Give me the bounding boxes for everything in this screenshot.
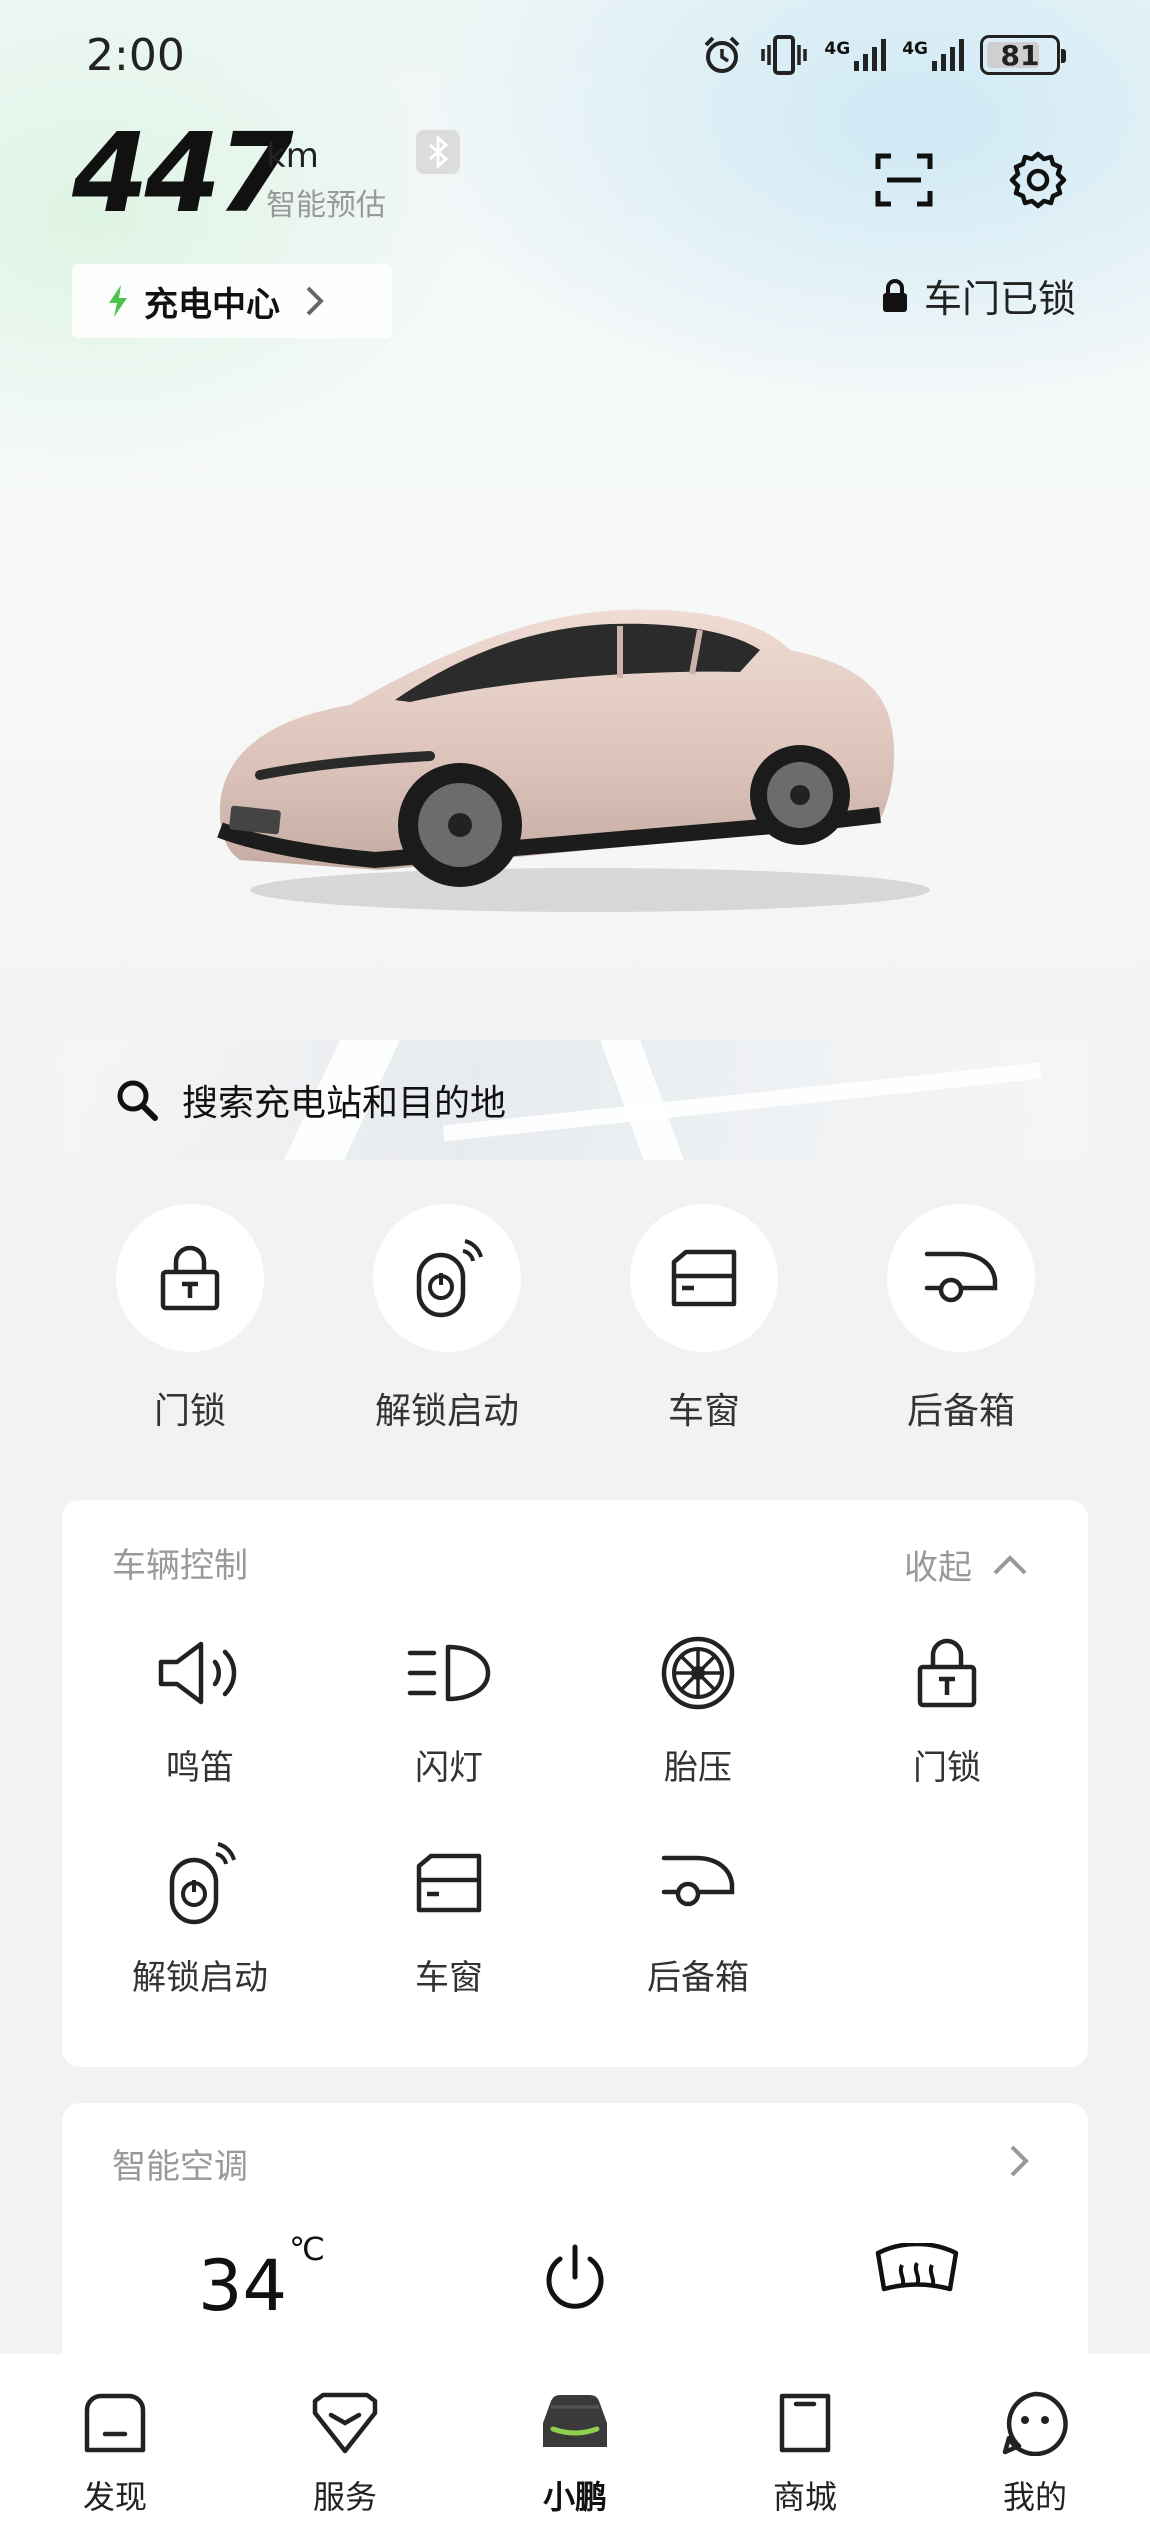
settings-gear-icon[interactable] bbox=[1006, 148, 1070, 212]
climate-title: 智能空调 bbox=[112, 2147, 248, 2187]
door-lock-status: 车门已锁 bbox=[880, 268, 1076, 323]
temperature-value: 34 bbox=[198, 2245, 288, 2327]
trunk-icon bbox=[598, 1840, 798, 1926]
nav-label: 商城 bbox=[772, 2478, 837, 2516]
quick-action-unlock-start[interactable]: 解锁启动 bbox=[373, 1204, 521, 1434]
temperature-unit: ℃ bbox=[289, 2229, 326, 2268]
vehicle-control-title: 车辆控制 bbox=[112, 1546, 248, 1586]
control-label: 解锁启动 bbox=[132, 1958, 268, 1998]
door-lock-status-label: 车门已锁 bbox=[923, 277, 1076, 321]
map-decoration bbox=[600, 1040, 684, 1160]
bluetooth-icon[interactable] bbox=[416, 130, 460, 174]
charging-center-label: 充电中心 bbox=[144, 284, 280, 325]
car-image[interactable] bbox=[200, 560, 980, 930]
search-placeholder: 搜索充电站和目的地 bbox=[182, 1083, 507, 1124]
quick-action-circle bbox=[887, 1204, 1035, 1352]
control-label: 门锁 bbox=[913, 1748, 981, 1788]
headlight-icon bbox=[349, 1630, 549, 1716]
chevron-right-icon bbox=[306, 286, 324, 316]
temperature-display: 34℃ bbox=[198, 2230, 325, 2327]
quick-action-circle bbox=[630, 1204, 778, 1352]
signal-2: 4G bbox=[902, 39, 964, 71]
quick-action-label: 后备箱 bbox=[906, 1391, 1015, 1432]
service-icon bbox=[309, 2384, 381, 2462]
chevron-right-icon[interactable] bbox=[1008, 2143, 1032, 2179]
defrost-icon[interactable] bbox=[872, 2243, 962, 2307]
network-2-label: 4G bbox=[902, 39, 928, 59]
status-icons: 4G 4G 81 bbox=[700, 30, 1066, 80]
control-flash-lights[interactable]: 闪灯 bbox=[349, 1630, 549, 1789]
quick-action-window[interactable]: 车窗 bbox=[630, 1204, 778, 1434]
control-label: 车窗 bbox=[415, 1958, 483, 1998]
alarm-icon bbox=[704, 36, 740, 73]
quick-action-label: 车窗 bbox=[667, 1391, 740, 1432]
nav-item-profile[interactable]: 我的 bbox=[920, 2354, 1150, 2545]
control-label: 后备箱 bbox=[647, 1958, 749, 1998]
control-window[interactable]: 车窗 bbox=[349, 1840, 549, 1999]
nav-item-xpeng[interactable]: 小鹏 bbox=[460, 2354, 690, 2545]
signal-bars-icon bbox=[854, 39, 887, 71]
profile-icon bbox=[1001, 2384, 1069, 2462]
battery-indicator: 81 bbox=[980, 35, 1066, 75]
quick-action-label: 门锁 bbox=[153, 1391, 226, 1432]
nav-label: 发现 bbox=[82, 2478, 147, 2516]
quick-action-door-lock[interactable]: 门锁 bbox=[116, 1204, 264, 1434]
padlock-icon bbox=[160, 1245, 220, 1311]
signal-1: 4G bbox=[824, 39, 887, 71]
control-unlock-start[interactable]: 解锁启动 bbox=[100, 1840, 300, 1999]
map-decoration bbox=[442, 1062, 1042, 1142]
collapse-button[interactable]: 收起 bbox=[904, 1540, 1028, 1589]
vehicle-control-card: 车辆控制 收起 鸣笛 闪灯 胎压 门锁 解锁启动 车窗 后备箱 bbox=[62, 1500, 1088, 2067]
charging-center-button[interactable]: 充电中心 bbox=[72, 264, 392, 338]
quick-action-trunk[interactable]: 后备箱 bbox=[887, 1204, 1035, 1434]
control-tire-pressure[interactable]: 胎压 bbox=[598, 1630, 798, 1789]
quick-action-circle bbox=[373, 1204, 521, 1352]
chevron-up-icon bbox=[993, 1554, 1027, 1574]
bottom-nav: 发现 服务 小鹏 商城 我的 bbox=[0, 2354, 1150, 2545]
window-icon bbox=[671, 1249, 737, 1307]
padlock-icon bbox=[847, 1630, 1047, 1716]
key-fob-icon bbox=[100, 1840, 300, 1926]
nav-label: 我的 bbox=[1002, 2478, 1067, 2516]
nav-item-service[interactable]: 服务 bbox=[230, 2354, 460, 2545]
range-unit: km bbox=[266, 136, 319, 176]
window-icon bbox=[349, 1840, 549, 1926]
shop-icon bbox=[774, 2384, 836, 2462]
nav-label: 服务 bbox=[312, 2478, 377, 2516]
status-time: 2:00 bbox=[86, 30, 185, 81]
trunk-icon bbox=[924, 1251, 998, 1303]
quick-action-label: 解锁启动 bbox=[374, 1391, 519, 1432]
scan-icon[interactable] bbox=[872, 148, 936, 212]
network-1-label: 4G bbox=[824, 39, 851, 59]
search-bar[interactable]: 搜索充电站和目的地 bbox=[62, 1040, 1088, 1160]
quick-action-circle bbox=[116, 1204, 264, 1352]
control-label: 鸣笛 bbox=[166, 1748, 234, 1788]
control-label: 闪灯 bbox=[415, 1748, 483, 1788]
search-icon bbox=[117, 1080, 158, 1121]
car-icon bbox=[537, 2384, 613, 2462]
control-trunk[interactable]: 后备箱 bbox=[598, 1840, 798, 1999]
collapse-label: 收起 bbox=[904, 1548, 972, 1588]
nav-item-discover[interactable]: 发现 bbox=[0, 2354, 230, 2545]
power-icon[interactable] bbox=[540, 2243, 610, 2315]
control-door-lock[interactable]: 门锁 bbox=[847, 1630, 1047, 1789]
control-horn[interactable]: 鸣笛 bbox=[100, 1630, 300, 1789]
key-fob-icon bbox=[416, 1239, 483, 1318]
nav-item-shop[interactable]: 商城 bbox=[690, 2354, 920, 2545]
vibrate-icon bbox=[761, 35, 808, 75]
range-note: 智能预估 bbox=[266, 188, 386, 223]
discover-icon bbox=[81, 2384, 149, 2462]
tire-icon bbox=[598, 1630, 798, 1716]
lock-icon bbox=[882, 278, 907, 312]
range-value: 447 bbox=[72, 109, 294, 237]
battery-percent: 81 bbox=[1000, 38, 1040, 72]
control-label: 胎压 bbox=[664, 1748, 732, 1788]
signal-bars-icon bbox=[932, 39, 964, 71]
lightning-icon bbox=[109, 285, 127, 317]
nav-label: 小鹏 bbox=[542, 2478, 607, 2516]
horn-icon bbox=[100, 1630, 300, 1716]
